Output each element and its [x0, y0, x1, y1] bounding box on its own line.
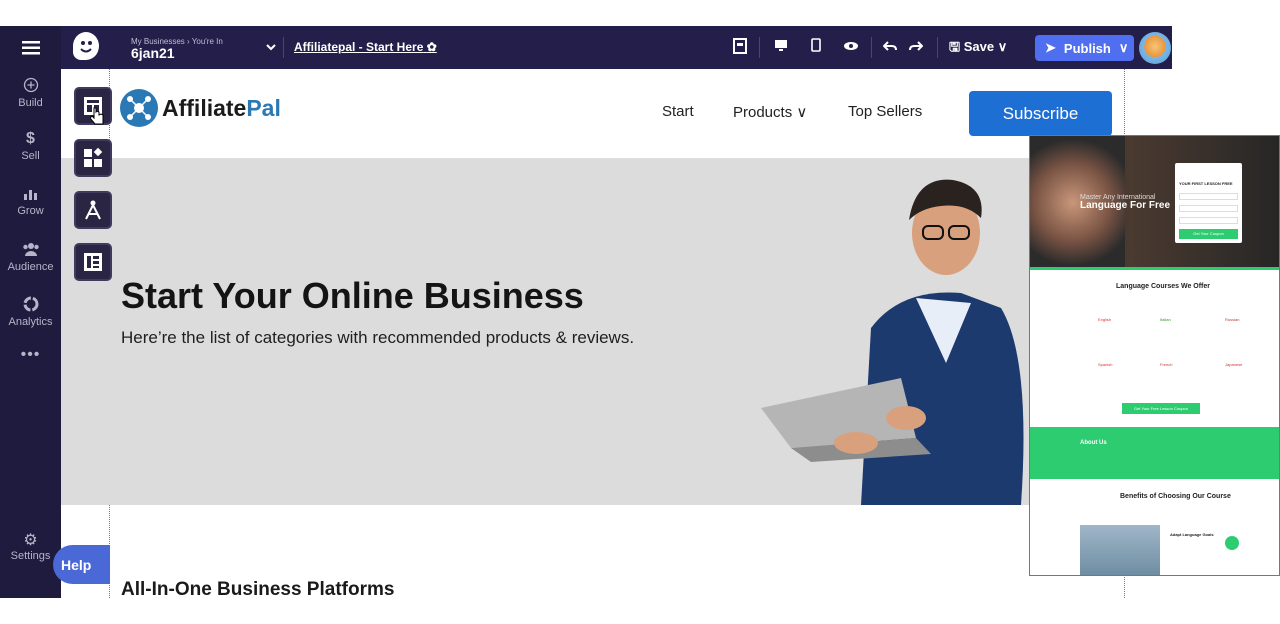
more-icon[interactable]: ••• [0, 346, 61, 364]
preview-eye-icon[interactable] [843, 38, 859, 56]
redo-icon[interactable] [909, 38, 924, 56]
app-logo[interactable] [73, 32, 99, 60]
template-preview[interactable]: Master Any International Language For Fr… [1029, 135, 1280, 576]
rail-sell[interactable]: $ Sell [0, 130, 61, 162]
editor-app: Build $ Sell Grow Audience Analytics •••… [0, 26, 1172, 598]
preview-lang: Russian [1225, 317, 1240, 322]
publish-label: Publish [1063, 40, 1111, 56]
save-label: Save [963, 39, 995, 54]
hand-cursor-icon [90, 107, 104, 125]
add-element-tool[interactable] [74, 139, 112, 177]
hero-section[interactable]: Start Your Online Business Here’re the l… [61, 158, 1172, 505]
preview-benefit-item: Adapt Language Goals [1170, 532, 1214, 537]
divider [283, 37, 284, 58]
save-icon: 🖫 [949, 39, 961, 54]
globe-icon [1225, 536, 1239, 550]
plus-circle-icon [23, 77, 38, 93]
chevron-down-icon[interactable] [266, 40, 276, 54]
preview-about-section: About Us [1030, 427, 1279, 479]
preview-lang: French [1160, 362, 1173, 367]
rail-settings[interactable]: ⚙ Settings [0, 530, 61, 562]
divider [937, 37, 938, 58]
preview-lang: Italian [1160, 317, 1171, 322]
brand-word1: Affiliate [162, 94, 247, 121]
rail-audience[interactable]: Audience [0, 241, 61, 273]
avatar[interactable] [1139, 32, 1171, 64]
rail-grow[interactable]: Grow [0, 185, 61, 217]
preview-courses-title: Language Courses We Offer [1116, 283, 1211, 290]
preview-courses-button: Get Your Free Lesson Coupon [1122, 403, 1200, 414]
chevron-down-icon: ∨ [997, 39, 1008, 54]
help-button[interactable]: Help [53, 545, 110, 584]
preview-form: YOUR FIRST LESSON FREE Get Your Coupon [1175, 163, 1242, 243]
preview-benefits-title: Benefits of Choosing Our Course [1120, 493, 1231, 500]
network-logo-icon [120, 89, 158, 127]
section-title[interactable]: All-In-One Business Platforms [121, 579, 394, 598]
layers-tool[interactable] [74, 243, 112, 281]
smile-logo-icon [80, 41, 92, 53]
nav-products[interactable]: Products ∨ [733, 103, 807, 121]
people-icon [22, 243, 39, 256]
rail-label: Settings [10, 550, 51, 562]
layout-icon [84, 253, 102, 271]
preview-benefit-image [1080, 525, 1160, 575]
rail-label: Audience [7, 261, 54, 273]
design-tool[interactable] [74, 191, 112, 229]
blocks-icon [84, 147, 103, 167]
business-name[interactable]: 6jan21 [131, 45, 175, 61]
preview-form-title: YOUR FIRST LESSON FREE [1179, 181, 1233, 186]
top-bar: My Businesses › You're In 6jan21 Affilia… [61, 26, 1172, 69]
preview-about-title: About Us [1080, 440, 1107, 446]
site-logo[interactable]: Affiliate Pal [120, 89, 281, 127]
rocket-icon: ➤ [1045, 40, 1056, 55]
left-rail: Build $ Sell Grow Audience Analytics •••… [0, 26, 61, 598]
preview-lang: English [1098, 317, 1112, 322]
nav-top-sellers[interactable]: Top Sellers [848, 103, 922, 120]
preview-lang: Japanese [1225, 362, 1243, 367]
subscribe-button[interactable]: Subscribe [969, 91, 1112, 136]
brand-word2: Pal [246, 94, 281, 121]
rail-analytics[interactable]: Analytics [0, 296, 61, 328]
hamburger-menu-icon[interactable] [0, 26, 61, 69]
publish-button[interactable]: ➤ Publish ∨ [1035, 35, 1134, 61]
rail-label: Sell [21, 150, 40, 162]
compass-icon [85, 200, 101, 220]
chart-icon [23, 190, 37, 200]
undo-icon[interactable] [882, 38, 897, 56]
dollar-icon: $ [26, 130, 35, 147]
rail-label: Analytics [8, 316, 53, 328]
preview-form-button: Get Your Coupon [1179, 229, 1238, 239]
gear-icon: ⚙ [23, 532, 38, 549]
editor-canvas[interactable]: Affiliate Pal Start Products ∨ Top Seller… [61, 69, 1172, 598]
hero-title[interactable]: Start Your Online Business [121, 275, 584, 317]
desktop-view-icon[interactable] [774, 38, 788, 56]
chevron-down-icon: ∨ [1118, 40, 1129, 55]
preview-hero-line2: Language For Free [1080, 200, 1171, 211]
divider [759, 37, 760, 58]
save-button[interactable]: 🖫 Save ∨ [949, 38, 1007, 60]
rail-build[interactable]: Build [0, 77, 61, 109]
hero-subtitle[interactable]: Here’re the list of categories with reco… [121, 328, 634, 348]
rail-label: Build [18, 97, 43, 109]
page-name-link[interactable]: Affiliatepal - Start Here ✿ [294, 40, 437, 54]
rail-label: Grow [17, 205, 44, 217]
analytics-icon [23, 296, 38, 312]
page-name: Affiliatepal - Start Here [294, 40, 424, 54]
preview-lang: Spanish [1098, 362, 1113, 367]
preview-hero: Master Any International Language For Fr… [1030, 136, 1279, 269]
page-settings-icon[interactable] [733, 38, 747, 58]
divider [871, 37, 872, 58]
nav-start[interactable]: Start [662, 103, 694, 120]
gear-icon[interactable]: ✿ [427, 40, 437, 54]
add-section-tool[interactable] [74, 87, 112, 125]
mobile-view-icon[interactable] [811, 38, 821, 56]
